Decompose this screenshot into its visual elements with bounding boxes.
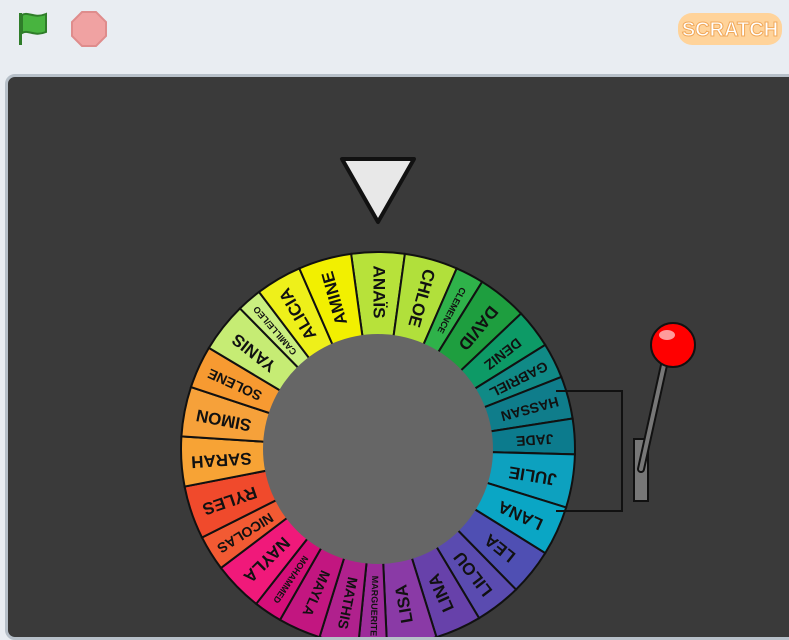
- lever[interactable]: [556, 322, 696, 512]
- wheel-segment-label: SARAH: [191, 449, 253, 472]
- wheel-segment-label: ANAÏS: [370, 266, 389, 319]
- scratch-logo: SCRATCH: [678, 13, 782, 45]
- wheel-segment-label: MARGUERITE: [368, 576, 380, 637]
- pointer-arrow: [340, 157, 416, 224]
- lever-knob[interactable]: [650, 322, 696, 368]
- stage-header: SCRATCH: [0, 0, 789, 70]
- wheel-hub: [263, 334, 493, 564]
- stop-icon[interactable]: [70, 10, 108, 48]
- lever-knob-highlight: [659, 330, 675, 340]
- green-flag-icon[interactable]: [14, 8, 54, 48]
- logo-text: SCRATCH: [682, 19, 778, 41]
- wheel-segment-label: JADE: [516, 431, 554, 449]
- stage[interactable]: ANAÏS CHLOE CLEMENCE DAVID DENIZ GABRIEL HASSA…: [5, 74, 789, 640]
- stage-canvas[interactable]: ANAÏS CHLOECLEMENCEDAVIDDENIZGABRIELHASSA…: [8, 77, 789, 637]
